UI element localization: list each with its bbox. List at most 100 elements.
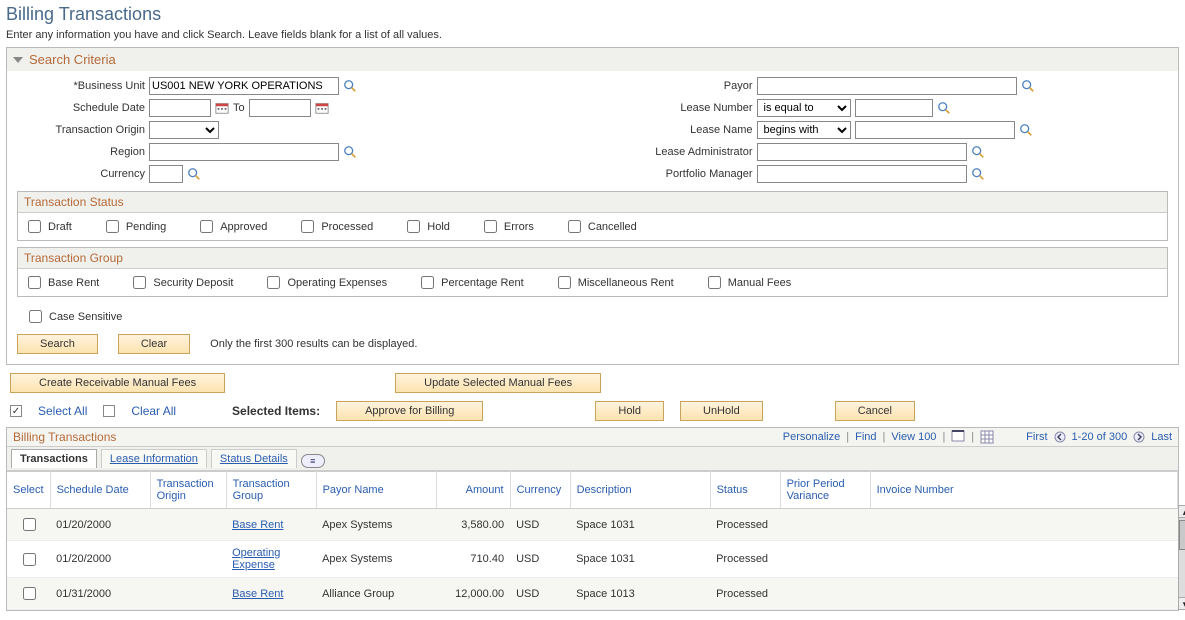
schedule-date-to-input[interactable] — [249, 99, 311, 117]
col-header[interactable]: Payor Name — [316, 472, 436, 509]
status-checkbox[interactable] — [106, 220, 119, 233]
lookup-icon[interactable] — [343, 145, 357, 159]
clear-all-link[interactable]: Clear All — [131, 404, 176, 418]
group-checkbox[interactable] — [267, 276, 280, 289]
col-header[interactable]: Currency — [510, 472, 570, 509]
search-criteria-header[interactable]: Search Criteria — [7, 48, 1178, 71]
status-checkbox[interactable] — [407, 220, 420, 233]
find-link[interactable]: Find — [855, 431, 876, 443]
lease-admin-input[interactable] — [757, 143, 967, 161]
lease-number-input[interactable] — [855, 99, 933, 117]
group-label: Base Rent — [48, 277, 99, 289]
col-header[interactable]: Prior Period Variance — [780, 472, 870, 509]
search-button[interactable]: Search — [17, 334, 98, 354]
update-fees-button[interactable]: Update Selected Manual Fees — [395, 373, 601, 393]
col-header[interactable]: Transaction Origin — [150, 472, 226, 509]
calendar-icon[interactable] — [315, 101, 329, 115]
zoom-icon[interactable] — [951, 430, 965, 444]
group-checkbox[interactable] — [558, 276, 571, 289]
cell-group[interactable]: Operating Expense — [226, 541, 316, 578]
lease-name-op-select[interactable]: begins with — [757, 121, 851, 139]
lease-number-op-select[interactable]: is equal to — [757, 99, 851, 117]
cell-description: Space 1031 — [570, 541, 710, 578]
col-header[interactable]: Invoice Number — [870, 472, 1177, 509]
status-option: Errors — [480, 217, 534, 236]
cell-group[interactable]: Base Rent — [226, 509, 316, 541]
cancel-button[interactable]: Cancel — [835, 401, 915, 421]
cell-amount: 12,000.00 — [436, 578, 510, 610]
group-checkbox[interactable] — [133, 276, 146, 289]
cell-currency: USD — [510, 509, 570, 541]
lookup-icon[interactable] — [1021, 79, 1035, 93]
status-checkbox[interactable] — [568, 220, 581, 233]
lookup-icon[interactable] — [187, 167, 201, 181]
portfolio-mgr-input[interactable] — [757, 165, 967, 183]
clear-all-checkbox[interactable] — [103, 405, 115, 417]
lookup-icon[interactable] — [937, 101, 951, 115]
region-input[interactable] — [149, 143, 339, 161]
tab-status-details[interactable]: Status Details — [211, 449, 297, 468]
view100-link[interactable]: View 100 — [891, 431, 936, 443]
col-header[interactable]: Transaction Group — [226, 472, 316, 509]
show-all-tabs-icon[interactable]: ≡ — [301, 454, 325, 468]
row-select-checkbox[interactable] — [23, 553, 36, 566]
tab-transactions[interactable]: Transactions — [11, 449, 97, 468]
scroll-up-icon[interactable]: ▴ — [1179, 506, 1185, 518]
status-checkbox[interactable] — [484, 220, 497, 233]
next-icon[interactable] — [1133, 431, 1145, 443]
approve-button[interactable]: Approve for Billing — [336, 401, 483, 421]
status-checkbox[interactable] — [28, 220, 41, 233]
case-sensitive-checkbox[interactable] — [29, 310, 42, 323]
prev-icon[interactable] — [1054, 431, 1066, 443]
billing-transactions-grid: Billing Transactions Personalize| Find| … — [6, 427, 1179, 611]
status-label: Hold — [427, 221, 450, 233]
lookup-icon[interactable] — [971, 167, 985, 181]
lookup-icon[interactable] — [1019, 123, 1033, 137]
payor-input[interactable] — [757, 77, 1017, 95]
cell-origin — [150, 578, 226, 610]
calendar-icon[interactable] — [215, 101, 229, 115]
clear-button[interactable]: Clear — [118, 334, 190, 354]
tab-lease-information[interactable]: Lease Information — [101, 449, 207, 468]
last-link[interactable]: Last — [1151, 431, 1172, 443]
currency-label: Currency — [15, 168, 145, 180]
cell-group[interactable]: Base Rent — [226, 578, 316, 610]
hold-button[interactable]: Hold — [595, 401, 664, 421]
currency-input[interactable] — [149, 165, 183, 183]
lookup-icon[interactable] — [971, 145, 985, 159]
select-all-link[interactable]: Select All — [38, 404, 87, 418]
group-checkbox[interactable] — [28, 276, 41, 289]
transaction-origin-select[interactable] — [149, 121, 219, 139]
row-select-checkbox[interactable] — [23, 587, 36, 600]
first-link[interactable]: First — [1026, 431, 1047, 443]
group-checkbox[interactable] — [708, 276, 721, 289]
col-header[interactable]: Amount — [436, 472, 510, 509]
group-label: Security Deposit — [153, 277, 233, 289]
page-title: Billing Transactions — [6, 4, 1179, 25]
cell-description: Space 1013 — [570, 578, 710, 610]
lease-name-input[interactable] — [855, 121, 1015, 139]
col-header[interactable]: Status — [710, 472, 780, 509]
cell-status: Processed — [710, 509, 780, 541]
lookup-icon[interactable] — [343, 79, 357, 93]
scroll-thumb[interactable] — [1179, 520, 1185, 550]
download-grid-icon[interactable] — [980, 430, 994, 444]
col-header[interactable]: Select — [7, 472, 50, 509]
create-fees-button[interactable]: Create Receivable Manual Fees — [10, 373, 225, 393]
row-select-checkbox[interactable] — [23, 518, 36, 531]
business-unit-input[interactable] — [149, 77, 339, 95]
status-checkbox[interactable] — [301, 220, 314, 233]
cell-date: 01/31/2000 — [50, 578, 150, 610]
schedule-date-from-input[interactable] — [149, 99, 211, 117]
search-criteria-label: Search Criteria — [29, 52, 116, 67]
col-header[interactable]: Description — [570, 472, 710, 509]
scroll-down-icon[interactable]: ▾ — [1179, 597, 1185, 609]
status-option: Pending — [102, 217, 166, 236]
select-all-checkbox[interactable]: ✓ — [10, 405, 22, 417]
status-checkbox[interactable] — [200, 220, 213, 233]
group-checkbox[interactable] — [421, 276, 434, 289]
vertical-scrollbar[interactable]: ▴ ▾ — [1178, 505, 1185, 610]
personalize-link[interactable]: Personalize — [783, 431, 840, 443]
unhold-button[interactable]: UnHold — [680, 401, 763, 421]
col-header[interactable]: Schedule Date — [50, 472, 150, 509]
